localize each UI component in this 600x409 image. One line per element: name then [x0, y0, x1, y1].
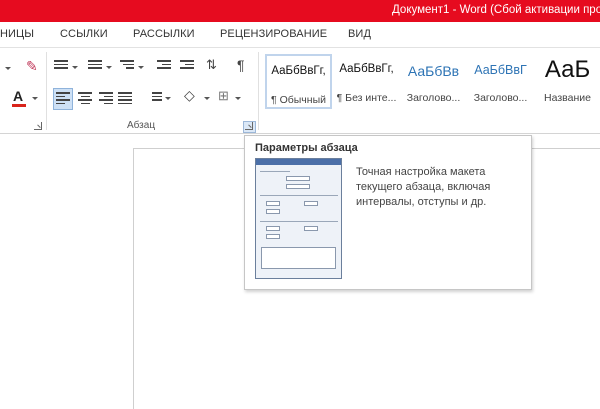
decrease-indent-icon[interactable]: [157, 60, 171, 71]
dialog-preview-field: [266, 201, 280, 206]
tooltip-title: Параметры абзаца: [255, 142, 358, 154]
dialog-preview-field: [304, 201, 318, 206]
dialog-preview-field: [286, 176, 310, 181]
dialog-preview-field: [266, 209, 280, 214]
paragraph-settings-tooltip: Параметры абзаца Точная настройка макета…: [244, 135, 532, 290]
tab-view[interactable]: ВИД: [348, 28, 371, 40]
borders-dropdown-arrow[interactable]: [235, 97, 241, 100]
sort-icon[interactable]: ⇅: [206, 58, 217, 71]
multilevel-dropdown-arrow[interactable]: [138, 66, 144, 69]
style-heading-1[interactable]: АаБбВв Заголово...: [400, 54, 467, 109]
style-name: ¶ Обычный: [271, 94, 326, 106]
align-center-icon[interactable]: [78, 92, 92, 106]
dialog-preview-titlebar: [256, 159, 341, 165]
style-normal[interactable]: АаБбВвГг, ¶ Обычный: [265, 54, 332, 109]
ribbon-tabs: НИЦЫ ССЫЛКИ РАССЫЛКИ РЕЦЕНЗИРОВАНИЕ ВИД: [0, 22, 600, 47]
align-right-icon[interactable]: [99, 92, 113, 106]
paragraph-group-label: Абзац: [127, 120, 156, 131]
shading-dropdown-arrow[interactable]: [204, 97, 210, 100]
tab-references[interactable]: ССЫЛКИ: [60, 28, 108, 40]
tooltip-description: Точная настройка макета текущего абзаца,…: [356, 166, 491, 208]
borders-icon[interactable]: ⊞: [218, 89, 229, 102]
numbering-dropdown-arrow[interactable]: [106, 66, 112, 69]
style-no-spacing[interactable]: АаБбВвГг, ¶ Без инте...: [333, 54, 400, 109]
font-color-bar: [12, 104, 26, 107]
dialog-preview-sample: [261, 247, 336, 269]
align-left-icon[interactable]: [56, 92, 70, 106]
style-title[interactable]: АаБ Название: [534, 54, 600, 109]
bullets-dropdown-arrow[interactable]: [72, 66, 78, 69]
shading-icon[interactable]: ◇: [184, 88, 195, 102]
font-color-dropdown-arrow[interactable]: [32, 97, 38, 100]
style-sample: АаБ: [544, 56, 591, 83]
line-spacing-dropdown-arrow[interactable]: [165, 97, 171, 100]
increase-indent-icon[interactable]: [180, 60, 194, 71]
style-name: Название: [544, 92, 591, 104]
dialog-preview-field: [266, 234, 280, 239]
word-window: Документ1 - Word (Сбой активации про НИЦ…: [0, 0, 600, 409]
style-name: ¶ Без инте...: [336, 92, 397, 104]
tab-page-layout[interactable]: НИЦЫ: [0, 28, 34, 40]
justify-icon[interactable]: [118, 92, 132, 106]
tab-mailings[interactable]: РАССЫЛКИ: [133, 28, 195, 40]
bullets-icon[interactable]: [54, 60, 68, 71]
tab-review[interactable]: РЕЦЕНЗИРОВАНИЕ: [220, 28, 327, 40]
font-dialog-launcher[interactable]: [34, 122, 42, 130]
show-marks-icon[interactable]: ¶: [237, 58, 245, 72]
style-sample: АаБбВвГ: [474, 63, 527, 77]
style-sample: АаБбВвГг,: [271, 65, 326, 77]
ribbon: ✎ A ⇅ ¶ ◇ ⊞ Абзац АаБбВвГг, ¶ Обычный Аа…: [0, 47, 600, 134]
dialog-preview-field: [266, 226, 280, 231]
title-bar: Документ1 - Word (Сбой активации про: [0, 0, 600, 22]
font-dropdown-arrow[interactable]: [5, 67, 11, 70]
paragraph-dialog-launcher[interactable]: [243, 121, 256, 133]
multilevel-list-icon[interactable]: [120, 60, 134, 71]
dialog-preview-field: [304, 226, 318, 231]
dialog-preview-field: [286, 184, 310, 189]
font-color-icon[interactable]: A: [13, 89, 23, 103]
clear-format-icon[interactable]: ✎: [26, 59, 38, 73]
group-separator: [258, 52, 259, 130]
style-heading-2[interactable]: АаБбВвГ Заголово...: [467, 54, 534, 109]
style-name: Заголово...: [406, 92, 461, 104]
style-sample: АаБбВв: [407, 63, 460, 79]
line-spacing-icon[interactable]: [148, 92, 162, 103]
group-separator: [46, 52, 47, 130]
window-title: Документ1 - Word (Сбой активации про: [392, 4, 600, 16]
dialog-preview-line: [260, 221, 338, 222]
numbering-icon[interactable]: [88, 60, 102, 71]
dialog-preview-line: [260, 171, 290, 172]
dialog-launcher-icon: [245, 122, 253, 130]
dialog-preview-line: [260, 195, 338, 196]
styles-gallery: АаБбВвГг, ¶ Обычный АаБбВвГг, ¶ Без инте…: [262, 51, 600, 111]
style-sample: АаБбВвГг,: [339, 63, 394, 75]
paragraph-dialog-preview-image: [255, 158, 342, 279]
style-name: Заголово...: [473, 92, 528, 104]
